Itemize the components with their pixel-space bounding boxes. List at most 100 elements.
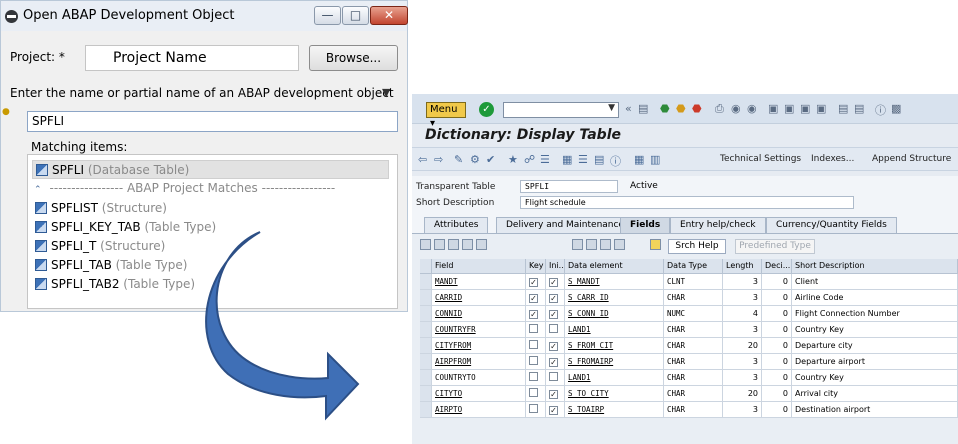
table-row[interactable]: CONNID ✓ ✓ S_CONN_ID NUMC 4 0 Flight Connection… [420, 306, 958, 322]
table-row[interactable]: COUNTRYFR LAND1 CHAR 3 0 Country Key [420, 322, 958, 338]
initial-checkbox-cell[interactable]: ✓ [546, 306, 565, 322]
data-element-cell[interactable]: S_MANDT [565, 274, 664, 290]
key-checkbox-cell[interactable]: ✓ [526, 274, 546, 290]
back-icon[interactable]: ⬣ [660, 102, 670, 115]
initial-checkbox-cell[interactable]: ✓ [546, 274, 565, 290]
tab-fields[interactable]: Fields [620, 217, 671, 233]
field-name-cell[interactable]: AIRPFROM [432, 354, 526, 370]
row-selector[interactable] [420, 354, 432, 370]
shortcut-icon[interactable]: ▤ [854, 102, 864, 115]
table-row[interactable]: COUNTRYTO LAND1 CHAR 3 0 Country Key [420, 370, 958, 386]
column-header[interactable]: Length [723, 259, 762, 274]
back-arrow-icon[interactable]: ⇦ [418, 153, 427, 166]
first-page-icon[interactable]: ▣ [768, 102, 778, 115]
data-element-cell[interactable]: S_CARR_ID [565, 290, 664, 306]
contents-icon[interactable]: ▦ [634, 153, 644, 166]
menu-button[interactable]: Menu ▾ [426, 102, 466, 129]
display-change-icon[interactable]: ✎ [454, 153, 463, 166]
select-all-header[interactable] [420, 259, 432, 274]
dropdown-arrow-icon[interactable]: ▼ [608, 103, 615, 113]
column-header[interactable]: Field [432, 259, 526, 274]
checkbox-checked-icon[interactable]: ✓ [549, 406, 558, 415]
exit-icon[interactable]: ⬣ [676, 102, 686, 115]
info-icon[interactable]: ⓘ [610, 153, 621, 169]
predefined-type-button[interactable]: Predefined Type [735, 239, 815, 254]
checkbox-checked-icon[interactable]: ✓ [549, 310, 558, 319]
checkbox-unchecked-icon[interactable] [529, 324, 538, 333]
search-help-icon[interactable] [650, 239, 661, 250]
checkbox-unchecked-icon[interactable] [549, 372, 558, 381]
technical-settings-button[interactable]: Technical Settings [720, 154, 801, 164]
project-input[interactable]: Project Name [85, 45, 299, 71]
list-item[interactable]: SPFLI_KEY_TAB (Table Type) [35, 218, 216, 237]
checkbox-checked-icon[interactable]: ✓ [549, 358, 558, 367]
column-header[interactable]: Data Type [664, 259, 723, 274]
transparent-table-field[interactable]: SPFLI [520, 180, 618, 193]
last-page-icon[interactable]: ▣ [816, 102, 826, 115]
where-used-icon[interactable]: ☍ [524, 153, 535, 166]
field-name-cell[interactable]: CARRID [432, 290, 526, 306]
column-header[interactable]: Short Description [792, 259, 958, 274]
row-selector[interactable] [420, 306, 432, 322]
previous-page-icon[interactable]: ▣ [784, 102, 794, 115]
check-icon[interactable]: ✔ [486, 153, 495, 166]
checkbox-checked-icon[interactable]: ✓ [549, 278, 558, 287]
key-checkbox-cell[interactable] [526, 322, 546, 338]
row-selector[interactable] [420, 322, 432, 338]
display-list-icon[interactable]: ☰ [578, 153, 588, 166]
table-row[interactable]: CITYFROM ✓ S_FROM_CIT CHAR 20 0 Departure city [420, 338, 958, 354]
initial-checkbox-cell[interactable]: ✓ [546, 386, 565, 402]
browse-button[interactable]: Browse... [309, 45, 398, 71]
checkbox-unchecked-icon[interactable] [549, 324, 558, 333]
key-checkbox-cell[interactable] [526, 370, 546, 386]
tab-delivery-maintenance[interactable]: Delivery and Maintenance [496, 217, 634, 233]
short-description-field[interactable]: Flight schedule [520, 196, 854, 209]
command-field[interactable]: ▼ [503, 102, 619, 118]
field-name-cell[interactable]: CITYFROM [432, 338, 526, 354]
sort-icon[interactable] [586, 239, 597, 250]
minimize-button[interactable]: — [314, 6, 341, 25]
key-checkbox-cell[interactable]: ✓ [526, 290, 546, 306]
key-checkbox-cell[interactable] [526, 386, 546, 402]
field-name-cell[interactable]: COUNTRYTO [432, 370, 526, 386]
checkbox-checked-icon[interactable]: ✓ [529, 294, 538, 303]
key-checkbox-cell[interactable] [526, 338, 546, 354]
enter-checkmark-icon[interactable]: ✓ [479, 102, 494, 117]
object-search-input[interactable]: SPFLI [27, 111, 398, 132]
other-object-icon[interactable]: ⚙ [470, 153, 480, 166]
list-item[interactable]: SPFLI (Database Table) [32, 160, 389, 179]
chevron-up-down-icon[interactable]: ⌃ [34, 185, 42, 195]
row-selector[interactable] [420, 402, 432, 418]
details-icon[interactable] [600, 239, 611, 250]
list-item[interactable]: SPFLI_TAB2 (Table Type) [35, 275, 195, 294]
paste-icon[interactable] [448, 239, 459, 250]
field-name-cell[interactable]: COUNTRYFR [432, 322, 526, 338]
help-icon[interactable]: ⓘ [875, 102, 886, 118]
table-row[interactable]: CARRID ✓ ✓ S_CARR_ID CHAR 3 0 Airline Code [420, 290, 958, 306]
table-view-icon[interactable]: ▤ [594, 153, 604, 166]
field-name-cell[interactable]: CITYTO [432, 386, 526, 402]
list-item[interactable]: SPFLI_TAB (Table Type) [35, 256, 187, 275]
data-element-cell[interactable]: LAND1 [565, 322, 664, 338]
data-element-cell[interactable]: S_CONN_ID [565, 306, 664, 322]
field-name-cell[interactable]: CONNID [432, 306, 526, 322]
checkbox-checked-icon[interactable]: ✓ [549, 390, 558, 399]
indexes-button[interactable]: Indexes... [811, 154, 854, 164]
row-selector[interactable] [420, 290, 432, 306]
hierarchy-icon[interactable]: ▦ [562, 153, 572, 166]
forward-arrow-icon[interactable]: ⇨ [434, 153, 443, 166]
table-row[interactable]: AIRPTO ✓ S_TOAIRP CHAR 3 0 Destination airport [420, 402, 958, 418]
checkbox-unchecked-icon[interactable] [529, 404, 538, 413]
row-selector[interactable] [420, 274, 432, 290]
search-help-button[interactable]: Srch Help [668, 239, 726, 254]
maximize-button[interactable]: □ [342, 6, 369, 25]
data-element-cell[interactable]: S_FROMAIRP [565, 354, 664, 370]
copy-icon[interactable] [434, 239, 445, 250]
dropdown-arrow-icon[interactable]: ▼ [382, 86, 390, 99]
key-checkbox-cell[interactable] [526, 354, 546, 370]
data-element-cell[interactable]: S_TOAIRP [565, 402, 664, 418]
customize-layout-icon[interactable]: ▩ [891, 102, 901, 115]
find-icon[interactable]: ◉ [731, 102, 741, 115]
find-next-icon[interactable]: ◉ [747, 102, 757, 115]
table-row[interactable]: AIRPFROM ✓ S_FROMAIRP CHAR 3 0 Departure airpo… [420, 354, 958, 370]
